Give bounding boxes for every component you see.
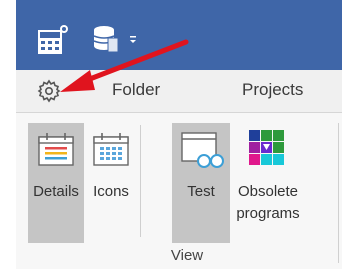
test-button[interactable]: Test	[172, 123, 230, 243]
test-glasses-icon	[181, 132, 224, 168]
obsolete-grid-icon	[249, 130, 284, 165]
group-separator	[140, 125, 141, 237]
database-icon[interactable]	[92, 24, 120, 54]
quick-access-dropdown-icon[interactable]	[128, 34, 138, 46]
icons-view-button[interactable]: Icons	[86, 123, 136, 243]
ribbon-tab-row: Folder Projects	[16, 70, 342, 113]
details-label: Details	[33, 183, 79, 200]
obsolete-label-line1: Obsolete	[237, 183, 299, 200]
group-end-separator	[338, 123, 339, 263]
gear-icon[interactable]	[36, 78, 62, 104]
view-group-label: View	[170, 247, 204, 264]
ribbon-panel: Details Icons Test Obsolete programs Vie…	[16, 113, 342, 269]
calculator-app-icon[interactable]	[36, 24, 70, 56]
test-label: Test	[187, 183, 215, 200]
obsolete-label-line2: programs	[236, 205, 300, 222]
calendar-icons-icon	[93, 133, 129, 166]
icons-label: Icons	[93, 183, 129, 200]
details-view-button[interactable]: Details	[28, 123, 84, 243]
tab-projects[interactable]: Projects	[242, 80, 303, 100]
obsolete-programs-button[interactable]: Obsolete programs	[234, 123, 302, 243]
tab-folder[interactable]: Folder	[112, 80, 160, 100]
calendar-details-icon	[38, 133, 74, 166]
